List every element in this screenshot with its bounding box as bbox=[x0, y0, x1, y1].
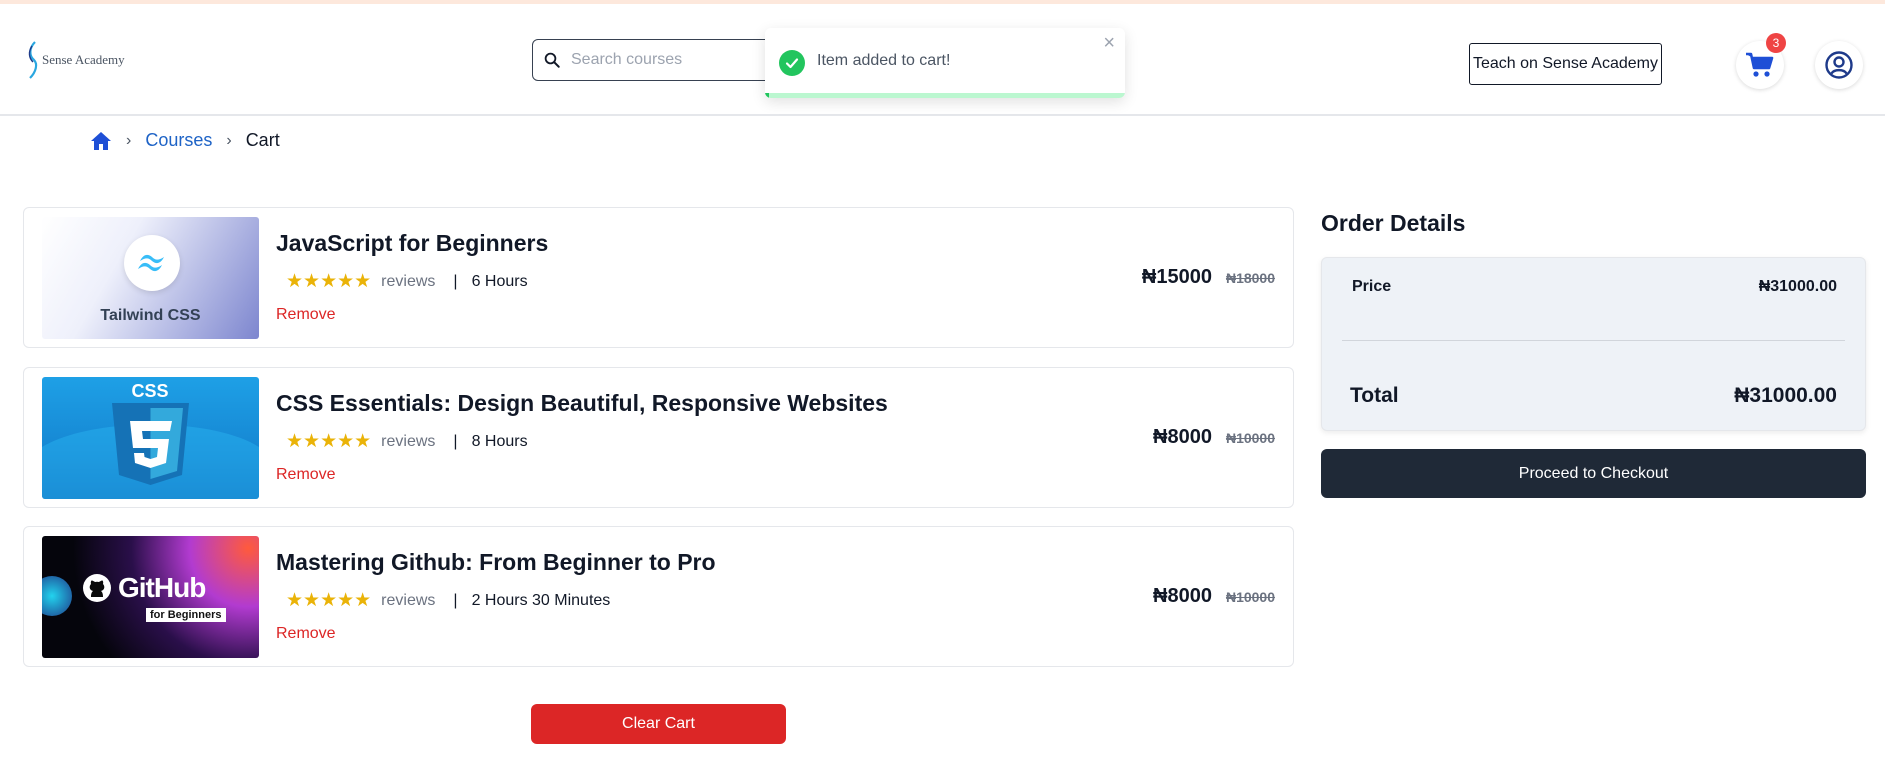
price-value: ₦31000.00 bbox=[1758, 278, 1837, 295]
price-row: Price ₦31000.00 bbox=[1352, 278, 1837, 296]
rating-stars: ★★★★★ bbox=[286, 431, 372, 452]
course-thumbnail[interactable]: GitHub for Beginners bbox=[42, 536, 259, 658]
thumbnail-caption: Tailwind CSS bbox=[100, 307, 201, 324]
toast-message: Item added to cart! bbox=[817, 52, 951, 69]
brand-logo-mark-icon bbox=[28, 41, 38, 79]
order-summary-card: Price ₦31000.00 Total ₦31000.00 bbox=[1321, 257, 1866, 431]
course-title[interactable]: Mastering Github: From Beginner to Pro bbox=[276, 549, 716, 576]
current-price: ₦15000 bbox=[1141, 266, 1212, 288]
user-avatar-icon bbox=[1825, 51, 1853, 79]
cart-button[interactable]: 3 bbox=[1736, 33, 1786, 89]
meta-divider: | bbox=[453, 591, 458, 609]
reviews-label: reviews bbox=[381, 272, 436, 290]
teach-button[interactable]: Teach on Sense Academy bbox=[1469, 43, 1662, 85]
cart-item: Tailwind CSS JavaScript for Beginners ★★… bbox=[23, 207, 1294, 348]
rating-stars: ★★★★★ bbox=[286, 271, 372, 292]
total-label: Total bbox=[1350, 384, 1399, 407]
cart-item: GitHub for Beginners Mastering Github: F… bbox=[23, 526, 1294, 667]
reviews-label: reviews bbox=[381, 432, 436, 450]
search-input[interactable] bbox=[571, 51, 771, 69]
course-meta: ★★★★★ reviews | 6 Hours bbox=[286, 270, 528, 293]
toast-progress-track bbox=[765, 93, 1125, 98]
remove-button[interactable]: Remove bbox=[276, 625, 336, 643]
course-duration: 2 Hours 30 Minutes bbox=[471, 591, 611, 609]
reviews-label: reviews bbox=[381, 591, 436, 609]
cart-item: CSS CSS Essentials: Design Beautiful, Re… bbox=[23, 367, 1294, 508]
github-icon bbox=[83, 574, 111, 602]
meta-divider: | bbox=[453, 432, 458, 450]
thumbnail-subcaption: for Beginners bbox=[146, 608, 226, 622]
course-title[interactable]: JavaScript for Beginners bbox=[276, 230, 548, 257]
toast-close-icon[interactable]: × bbox=[1103, 32, 1115, 55]
search-box bbox=[532, 39, 792, 81]
account-button[interactable] bbox=[1815, 41, 1863, 89]
css3-logo-icon: CSS bbox=[42, 381, 259, 499]
github-logo: GitHub bbox=[82, 572, 206, 604]
original-price: ₦10000 bbox=[1225, 430, 1275, 446]
current-price: ₦8000 bbox=[1153, 426, 1212, 448]
clear-cart-button[interactable]: Clear Cart bbox=[531, 704, 786, 744]
price-group: ₦15000 ₦18000 bbox=[1142, 266, 1275, 289]
price-label: Price bbox=[1352, 278, 1392, 295]
course-thumbnail[interactable]: CSS bbox=[42, 377, 259, 499]
cart-count-badge: 3 bbox=[1766, 33, 1786, 53]
success-check-icon bbox=[779, 50, 805, 76]
home-icon[interactable] bbox=[90, 131, 112, 151]
meta-divider: | bbox=[453, 272, 458, 290]
remove-button[interactable]: Remove bbox=[276, 466, 336, 484]
toast-progress-fill bbox=[765, 93, 769, 98]
rating-stars: ★★★★★ bbox=[286, 590, 372, 611]
summary-divider bbox=[1342, 340, 1845, 341]
current-price: ₦8000 bbox=[1153, 585, 1212, 607]
breadcrumb-courses[interactable]: Courses bbox=[145, 130, 212, 151]
breadcrumb-separator: › bbox=[126, 131, 132, 149]
decorative-orb bbox=[42, 576, 72, 616]
course-duration: 8 Hours bbox=[471, 432, 528, 450]
course-duration: 6 Hours bbox=[471, 272, 528, 290]
course-meta: ★★★★★ reviews | 8 Hours bbox=[286, 430, 528, 453]
breadcrumb-separator: › bbox=[226, 131, 232, 149]
course-thumbnail[interactable]: Tailwind CSS bbox=[42, 217, 259, 339]
original-price: ₦10000 bbox=[1225, 589, 1275, 605]
search-icon bbox=[544, 52, 560, 68]
course-title[interactable]: CSS Essentials: Design Beautiful, Respon… bbox=[276, 390, 888, 417]
breadcrumb: › Courses › Cart bbox=[90, 130, 280, 151]
site-header: Sense Academy Item added to cart! × Teac… bbox=[0, 4, 1885, 116]
price-group: ₦8000 ₦10000 bbox=[1153, 426, 1275, 449]
total-row: Total ₦31000.00 bbox=[1350, 384, 1837, 408]
course-meta: ★★★★★ reviews | 2 Hours 30 Minutes bbox=[286, 589, 610, 612]
original-price: ₦18000 bbox=[1225, 270, 1275, 286]
breadcrumb-cart: Cart bbox=[245, 130, 280, 150]
toast-notification: Item added to cart! × bbox=[765, 28, 1125, 98]
thumbnail-caption: GitHub bbox=[118, 572, 206, 603]
thumbnail-caption: CSS bbox=[131, 381, 168, 401]
total-value: ₦31000.00 bbox=[1734, 384, 1837, 407]
brand-logo[interactable]: Sense Academy bbox=[26, 40, 125, 80]
remove-button[interactable]: Remove bbox=[276, 306, 336, 324]
checkout-button[interactable]: Proceed to Checkout bbox=[1321, 449, 1866, 498]
brand-name: Sense Academy bbox=[42, 52, 125, 67]
cart-icon bbox=[1746, 52, 1774, 77]
tailwind-logo-icon bbox=[124, 235, 180, 291]
order-details-title: Order Details bbox=[1321, 210, 1466, 236]
price-group: ₦8000 ₦10000 bbox=[1153, 585, 1275, 608]
